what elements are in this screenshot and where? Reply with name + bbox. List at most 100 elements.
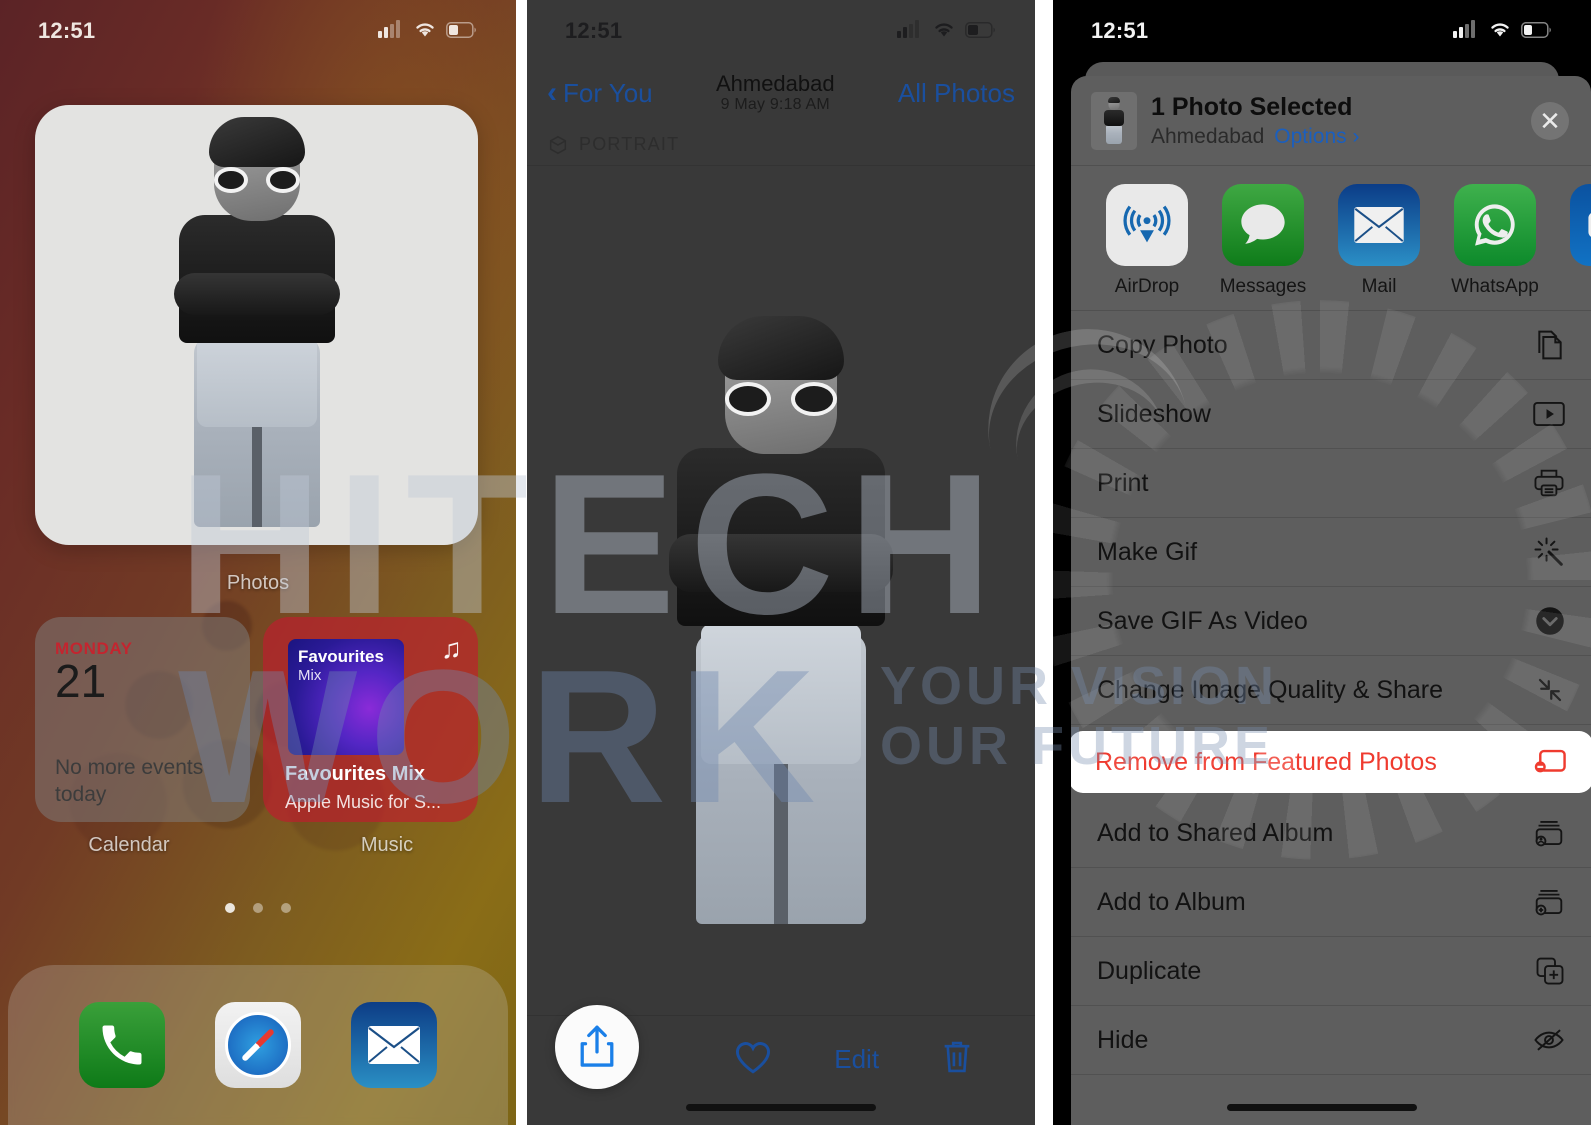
share-targets-row: AirDrop Messages Mail WhatsApp — [1071, 166, 1591, 311]
music-title: Favourites Mix — [285, 763, 426, 785]
share-target-label: Mail — [1361, 276, 1397, 297]
action-slideshow[interactable]: Slideshow — [1071, 380, 1591, 449]
action-add-to-shared-album[interactable]: Add to Shared Album — [1071, 799, 1591, 868]
wifi-icon — [1488, 18, 1512, 44]
action-hide[interactable]: Hide — [1071, 1006, 1591, 1075]
copy-documents-icon — [1535, 329, 1565, 361]
action-label: Add to Album — [1097, 887, 1246, 916]
widget-photo-image — [157, 116, 357, 527]
wifi-icon — [413, 18, 437, 44]
page-dot-1[interactable] — [225, 903, 235, 913]
action-label: Print — [1097, 468, 1149, 497]
page-dots[interactable] — [0, 903, 516, 913]
battery-icon — [1521, 18, 1553, 44]
status-time: 12:51 — [1091, 18, 1149, 43]
share-target-messages[interactable]: Messages — [1205, 184, 1321, 298]
status-bar: 12:51 — [1053, 0, 1591, 62]
mail-envelope-icon[interactable] — [351, 1002, 437, 1088]
facetime-icon — [1570, 184, 1591, 266]
options-button[interactable]: Options › — [1274, 125, 1359, 149]
all-photos-button[interactable]: All Photos — [898, 78, 1015, 109]
status-bar: 12:51 — [0, 0, 516, 62]
highlighted-action-wrapper: Remove from Featured Photos — [1071, 725, 1591, 799]
action-copy-photo[interactable]: Copy Photo — [1071, 311, 1591, 380]
calendar-day: 21 — [55, 655, 107, 707]
photo-image[interactable] — [656, 300, 906, 924]
action-label: Slideshow — [1097, 399, 1211, 428]
share-target-label: Fac — [1553, 276, 1591, 298]
status-bar: 12:51 — [527, 0, 1035, 62]
battery-icon — [965, 18, 997, 44]
chevron-right-icon: › — [1352, 124, 1360, 148]
share-sheet-location: Ahmedabad — [1151, 124, 1265, 148]
eye-slash-icon — [1533, 1026, 1565, 1054]
nav-title-block: Ahmedabad 9 May 9:18 AM — [716, 71, 835, 115]
status-time: 12:51 — [565, 18, 623, 43]
panel-divider-1 — [516, 0, 527, 1125]
music-widget[interactable]: Favourites Mix ♫ Favourites Mix Apple Mu… — [263, 617, 478, 822]
printer-icon — [1533, 468, 1565, 498]
signal-bars-icon — [1453, 18, 1479, 44]
photos-widget-label: Photos — [226, 572, 290, 594]
action-label: Remove from Featured Photos — [1095, 747, 1437, 776]
action-label: Save GIF As Video — [1097, 606, 1308, 635]
page-dot-2[interactable] — [253, 903, 263, 913]
action-change-image-quality-and-share[interactable]: Change Image Quality & Share — [1071, 656, 1591, 725]
back-button-label: For You — [563, 77, 653, 108]
share-target-label: AirDrop — [1114, 276, 1180, 297]
sparkle-wand-icon — [1533, 536, 1565, 568]
trash-icon[interactable] — [940, 1038, 974, 1081]
photo-thumbnail[interactable] — [1091, 91, 1137, 150]
chevron-left-icon: ‹ — [547, 76, 557, 109]
action-label: Make Gif — [1097, 537, 1198, 566]
dock — [8, 965, 508, 1125]
action-remove-from-featured-photos[interactable]: Remove from Featured Photos — [1071, 731, 1591, 793]
mail-envelope-icon — [1338, 184, 1420, 266]
close-x-icon[interactable]: ✕ — [1531, 101, 1569, 140]
panel-share-sheet: 12:51 1 Photo Selected Ahmedabad Options… — [1053, 0, 1591, 1125]
battery-icon — [446, 18, 478, 44]
download-circle-icon — [1535, 606, 1565, 636]
remove-rectangle-icon — [1533, 747, 1567, 777]
calendar-widget[interactable]: MONDAY 21 No more events today — [35, 617, 250, 822]
messages-bubble-icon — [1222, 184, 1304, 266]
safari-compass-icon[interactable] — [215, 1002, 301, 1088]
signal-bars-icon — [897, 18, 923, 44]
back-button[interactable]: ‹ For You — [547, 78, 653, 109]
airdrop-icon — [1106, 184, 1188, 266]
heart-icon[interactable] — [733, 1039, 773, 1080]
share-action-list: Copy Photo Slideshow Print Make Gif Save… — [1071, 311, 1591, 1075]
action-label: Add to Shared Album — [1097, 818, 1334, 847]
edit-button[interactable]: Edit — [834, 1044, 879, 1075]
share-target-airdrop[interactable]: AirDrop — [1089, 184, 1205, 298]
portrait-badge: PORTRAIT — [527, 124, 1035, 166]
phone-icon[interactable] — [79, 1002, 165, 1088]
arrows-compress-icon — [1535, 675, 1565, 705]
shared-album-person-icon — [1533, 818, 1565, 848]
share-target-facetime[interactable]: Fac — [1553, 184, 1591, 298]
share-target-mail[interactable]: Mail — [1321, 184, 1437, 298]
share-sheet-title: 1 Photo Selected — [1151, 92, 1353, 121]
action-save-gif-as-video[interactable]: Save GIF As Video — [1071, 587, 1591, 656]
play-rectangle-icon — [1533, 401, 1565, 427]
whatsapp-icon — [1454, 184, 1536, 266]
photos-widget[interactable] — [35, 105, 478, 545]
music-note-icon: ♫ — [441, 633, 462, 664]
calendar-note: No more events today — [55, 756, 204, 806]
action-add-to-album[interactable]: Add to Album — [1071, 868, 1591, 937]
action-label: Hide — [1097, 1025, 1149, 1054]
share-button[interactable] — [555, 1005, 639, 1089]
panel-photo-viewer: 12:51 ‹ For You Ahmedabad 9 May 9:18 AM … — [527, 0, 1035, 1125]
share-target-label: Messages — [1219, 276, 1307, 297]
share-target-whatsapp[interactable]: WhatsApp — [1437, 184, 1553, 298]
page-dot-3[interactable] — [281, 903, 291, 913]
action-make-gif[interactable]: Make Gif — [1071, 518, 1591, 587]
album-plus-icon — [1533, 887, 1565, 917]
action-duplicate[interactable]: Duplicate — [1071, 937, 1591, 1006]
action-label: Change Image Quality & Share — [1097, 675, 1444, 704]
album-art-title: Favourites — [298, 647, 384, 666]
share-target-label: WhatsApp — [1451, 276, 1539, 297]
action-label: Copy Photo — [1097, 330, 1228, 359]
action-print[interactable]: Print — [1071, 449, 1591, 518]
home-indicator — [686, 1104, 876, 1111]
